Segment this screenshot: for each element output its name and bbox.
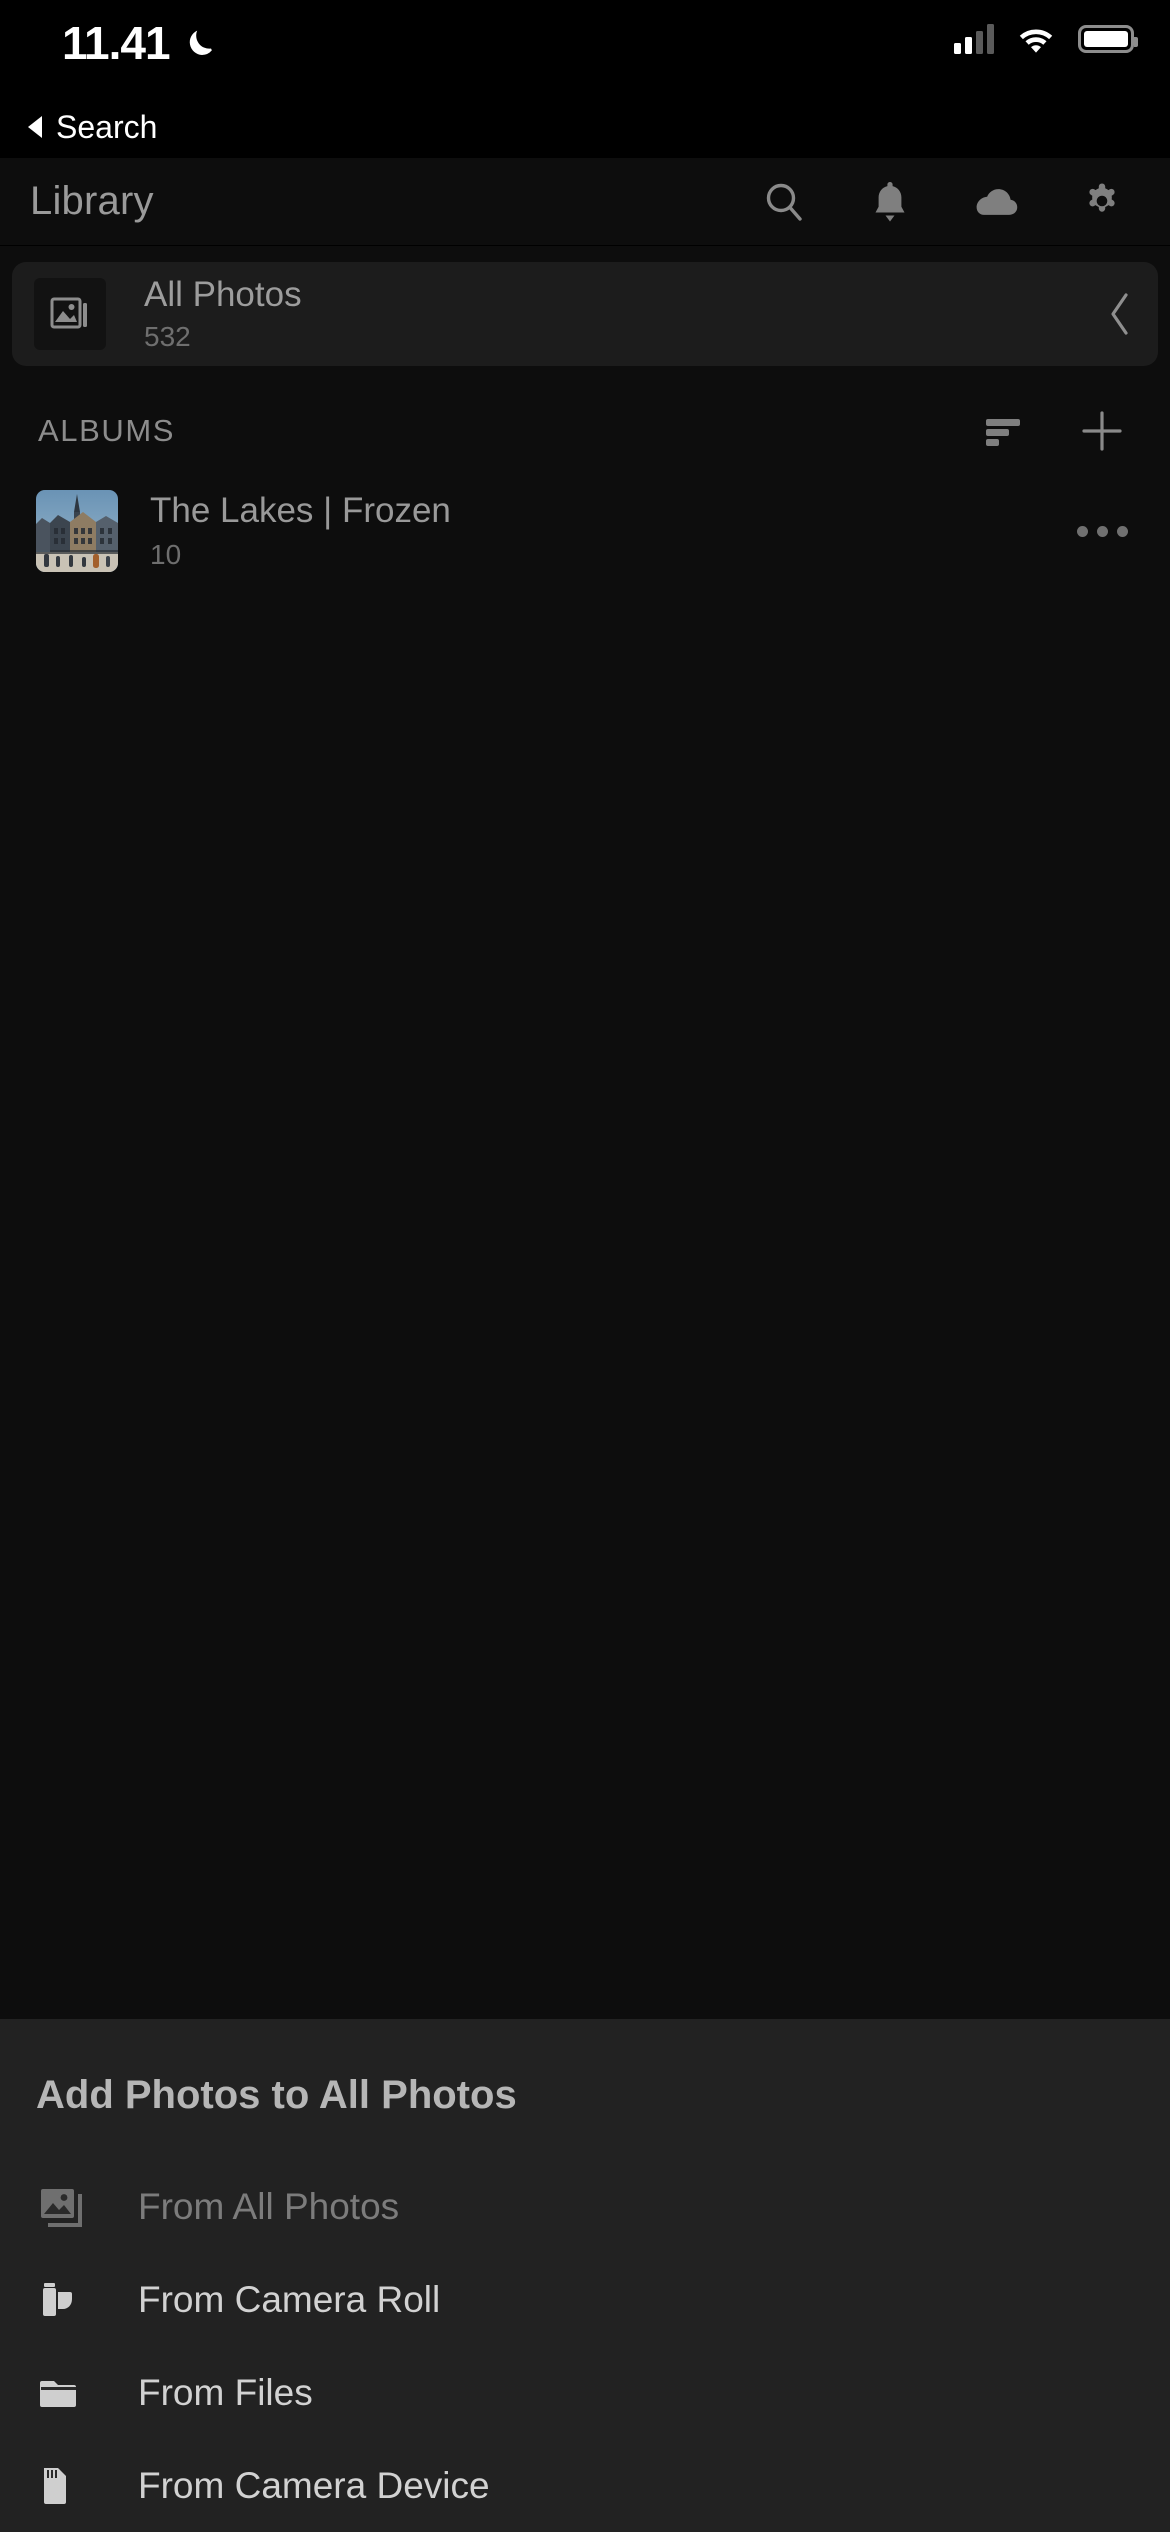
sd-card-icon [38, 2463, 96, 2509]
status-bar-time: 11.41 [62, 17, 171, 69]
status-bar: 11.41 [0, 0, 1170, 96]
album-count: 10 [150, 539, 182, 570]
chevron-left-icon[interactable] [1106, 290, 1134, 338]
search-icon[interactable] [760, 178, 808, 226]
option-label: From Camera Device [138, 2464, 490, 2506]
add-photos-options: From All Photos From Camera Roll From Fi… [0, 2156, 1170, 2532]
status-bar-right [954, 24, 1138, 54]
page-title: Library [30, 179, 154, 223]
album-thumbnail [36, 490, 118, 572]
bottom-sheet-title: Add Photos to All Photos [36, 2073, 517, 2117]
moon-icon [189, 30, 212, 55]
option-from-files[interactable]: From Files [0, 2346, 1170, 2439]
option-from-camera-device[interactable]: From Camera Device [0, 2439, 1170, 2532]
library-content: All Photos 532 ALBUMS The Lakes | Frozen… [0, 246, 1170, 2532]
album-title: The Lakes | Frozen [150, 491, 451, 530]
option-from-camera-roll[interactable]: From Camera Roll [0, 2253, 1170, 2346]
option-from-all-photos[interactable]: From All Photos [0, 2160, 1170, 2253]
all-photos-card[interactable]: All Photos 532 [12, 262, 1158, 366]
add-photos-bottom-sheet: Add Photos to All Photos From All Photos [0, 2019, 1170, 2532]
sort-icon[interactable] [978, 405, 1030, 457]
back-caret-icon [28, 116, 42, 138]
all-photos-count: 532 [144, 321, 191, 352]
list-item[interactable]: The Lakes | Frozen 10 [0, 476, 1170, 586]
status-bar-left: 11.41 [62, 16, 220, 70]
app-screen: 11.41 Search Library All Photos 532 ALBU… [0, 0, 1170, 2532]
camera-icon [38, 2277, 96, 2323]
all-photos-title: All Photos [144, 275, 302, 314]
navigation-bar: Library [0, 158, 1170, 246]
gear-icon[interactable] [1078, 178, 1126, 226]
photo-stack-icon [38, 2184, 96, 2230]
bell-icon[interactable] [866, 178, 914, 226]
navbar-actions [760, 178, 1126, 226]
cellular-signal-icon [954, 24, 994, 54]
folder-icon [38, 2370, 96, 2416]
cloud-icon[interactable] [972, 178, 1020, 226]
battery-full-icon [1078, 25, 1138, 53]
option-label: From Camera Roll [138, 2278, 441, 2320]
back-to-search-button[interactable]: Search [0, 96, 1170, 158]
option-label: From Files [138, 2371, 313, 2413]
albums-label: ALBUMS [38, 413, 176, 448]
album-text: The Lakes | Frozen 10 [150, 491, 451, 571]
albums-header-actions [978, 405, 1128, 457]
back-label: Search [56, 108, 158, 145]
plus-icon[interactable] [1076, 405, 1128, 457]
photo-placeholder-icon [34, 278, 106, 350]
option-label: From All Photos [138, 2185, 400, 2227]
albums-list: The Lakes | Frozen 10 [0, 476, 1170, 586]
albums-section-header: ALBUMS [0, 396, 1170, 466]
wifi-icon [1019, 29, 1053, 53]
all-photos-text: All Photos 532 [144, 275, 302, 353]
overflow-menu-icon[interactable] [1077, 525, 1128, 537]
